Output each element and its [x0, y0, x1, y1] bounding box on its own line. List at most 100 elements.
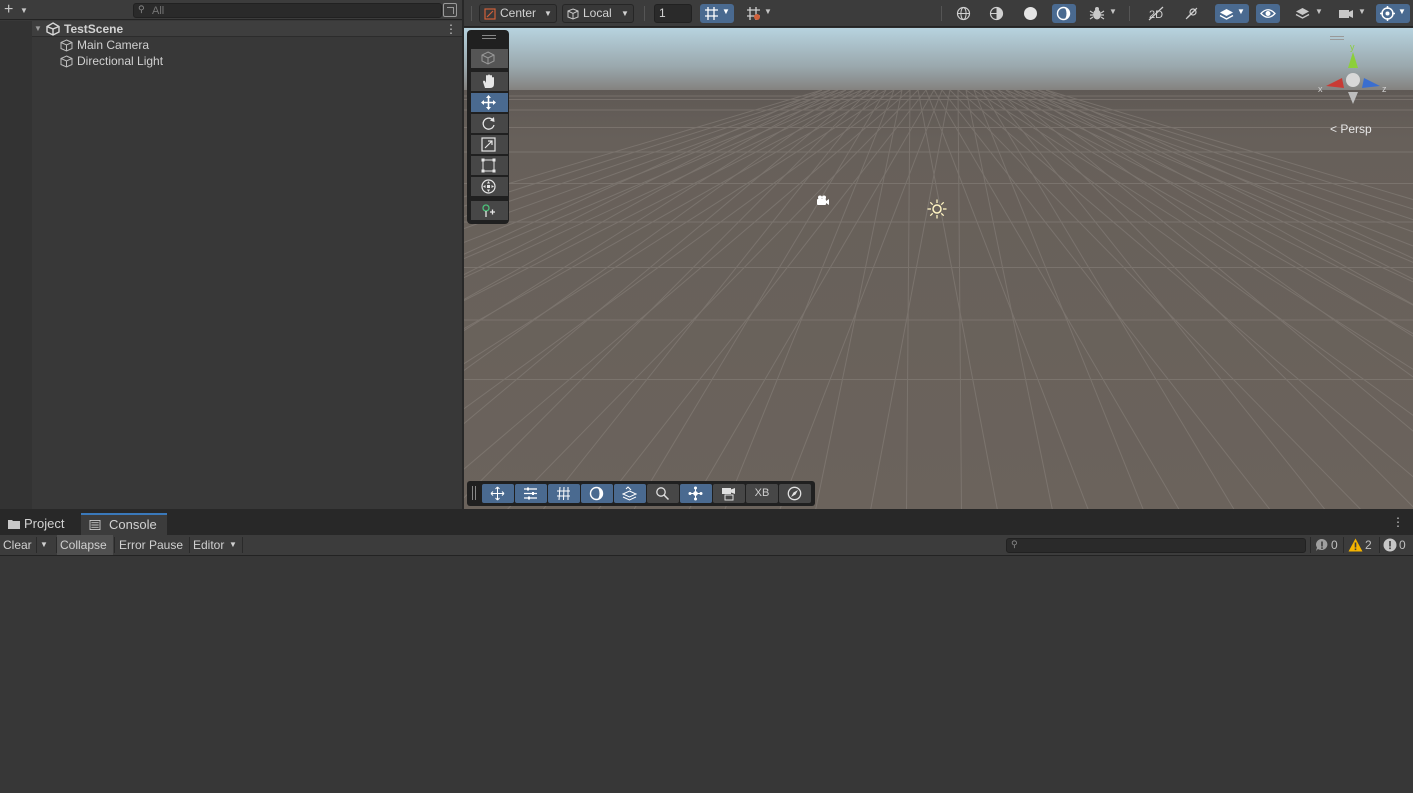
sliders-icon	[524, 487, 537, 500]
overlay-shading-button[interactable]	[581, 484, 613, 503]
overlay-xb-button[interactable]: XB	[746, 484, 778, 503]
gizmos-button[interactable]: ▼	[1376, 4, 1410, 23]
projection-toggle[interactable]: < Persp	[1330, 122, 1372, 136]
snap-increment-field[interactable]: 1	[654, 4, 692, 23]
unity-scene-icon	[46, 22, 60, 36]
console-icon	[89, 520, 101, 530]
hierarchy-item-directional-light[interactable]: Directional Light	[32, 53, 462, 69]
overlay-navigation-button[interactable]	[779, 484, 811, 503]
overlay-grip-icon[interactable]	[472, 486, 476, 500]
tab-project-label: Project	[24, 516, 65, 531]
console-search-input[interactable]	[1025, 539, 1295, 552]
scene-menu-icon[interactable]: ⋮	[445, 22, 457, 36]
hidden-layers-button[interactable]: ▼	[1291, 4, 1327, 23]
console-toolbar: Clear ▼ Collapse Error Pause Editor ▼ ⚲ …	[0, 535, 1413, 556]
chevron-down-icon: ▼	[40, 540, 48, 549]
scene-viewport[interactable]: y x z < Persp XB	[464, 28, 1413, 509]
overlay-move-button[interactable]	[482, 484, 514, 503]
overlay-layers-button[interactable]	[614, 484, 646, 503]
unlit-shading-button[interactable]	[1019, 4, 1043, 23]
increment-snap-button[interactable]: ▼	[742, 4, 776, 23]
pivot-nodes-icon	[688, 486, 703, 501]
info-icon	[1316, 539, 1328, 551]
scale-tool-button[interactable]	[471, 135, 508, 154]
pivot-mode-label: Center	[500, 6, 537, 20]
chevron-down-icon: ▼	[764, 7, 772, 16]
transform-tool-button[interactable]	[471, 177, 508, 196]
toolbar-separator	[1310, 537, 1311, 553]
bug-icon	[1089, 7, 1105, 20]
warning-count: 2	[1365, 538, 1372, 552]
rotate-tool-button[interactable]	[471, 114, 508, 133]
overlay-grid-button[interactable]	[548, 484, 580, 503]
chevron-left-icon: <	[1330, 122, 1338, 136]
shaded-wireframe-button[interactable]	[985, 4, 1009, 23]
error-count-toggle[interactable]: 0	[1380, 535, 1410, 555]
overlay-search-button[interactable]	[647, 484, 679, 503]
hierarchy-item-main-camera[interactable]: Main Camera	[32, 37, 462, 53]
chevron-down-icon: ▼	[1315, 7, 1323, 16]
info-count-toggle[interactable]: 0	[1312, 535, 1342, 555]
pivot-rotation-dropdown[interactable]: Local ▼	[562, 4, 634, 23]
scene-name: TestScene	[64, 22, 124, 36]
toolbar-separator	[114, 537, 115, 553]
hierarchy-scene-row[interactable]: ▼ TestScene ⋮	[32, 21, 462, 37]
chevron-down-icon: ▼	[722, 7, 730, 16]
wireframe-shading-button[interactable]	[952, 4, 976, 23]
chevron-down-icon: ▼	[1237, 7, 1245, 16]
lighting-toggle-button[interactable]	[1180, 4, 1204, 23]
plus-icon: +	[4, 1, 14, 18]
scene-camera-button[interactable]: ▼	[1334, 4, 1370, 23]
scene-visibility-button[interactable]	[1256, 4, 1280, 23]
palette-grip-icon[interactable]	[482, 35, 496, 39]
warning-count-toggle[interactable]: 2	[1345, 535, 1377, 555]
layers-grid-icon	[622, 486, 637, 501]
custom-tool-button[interactable]	[471, 201, 508, 220]
gizmo-toggle-icon	[1380, 6, 1395, 21]
error-pause-toggle[interactable]: Error Pause	[119, 535, 183, 555]
overlay-settings-button[interactable]	[515, 484, 547, 503]
editor-label: Editor	[193, 538, 225, 552]
toolbar-grip	[471, 6, 472, 21]
hand-tool-button[interactable]	[471, 72, 508, 91]
grid-snap-button[interactable]: ▼	[700, 4, 734, 23]
effects-toggle-button[interactable]: ▼	[1215, 4, 1249, 23]
shaded-mode-button[interactable]	[1052, 4, 1076, 23]
tab-console[interactable]: Console	[81, 513, 167, 535]
hierarchy-search-input[interactable]	[152, 4, 432, 17]
toolbar-separator	[644, 6, 645, 21]
debug-draw-mode-button[interactable]: ▼	[1085, 4, 1121, 23]
toolbar-separator	[36, 537, 37, 553]
add-object-button[interactable]: + ▼	[4, 2, 32, 18]
search-icon: ⚲	[138, 4, 145, 14]
overlay-pivot-button[interactable]	[680, 484, 712, 503]
overlay-camera-preview-button[interactable]	[713, 484, 745, 503]
toolbar-separator	[1343, 537, 1344, 553]
compass-icon	[787, 486, 802, 501]
directional-light-gizmo-icon[interactable]	[927, 199, 947, 219]
tab-project[interactable]: Project	[0, 513, 80, 535]
move-tool-button[interactable]	[471, 93, 508, 112]
gameobject-cube-icon	[60, 39, 73, 52]
gizmo-menu-icon[interactable]	[1330, 36, 1344, 40]
view-cube-tool[interactable]	[471, 49, 508, 68]
panel-menu-icon[interactable]: ⋮	[1392, 515, 1404, 529]
open-scene-icon[interactable]	[443, 3, 457, 17]
hierarchy-panel: +▼ ⚲ ▼ TestScene ⋮ Main Camera	[0, 0, 462, 509]
grid-snap-icon	[705, 7, 718, 20]
2d-toggle-icon: 2D	[1148, 6, 1164, 21]
foldout-arrow-icon[interactable]: ▼	[34, 24, 42, 33]
clear-options-dropdown[interactable]: ▼	[40, 535, 54, 555]
2d-toggle-button[interactable]: 2D	[1144, 4, 1168, 23]
collapse-toggle[interactable]: Collapse	[57, 535, 113, 555]
orientation-gizmo[interactable]: y x z	[1318, 42, 1388, 112]
editor-dropdown[interactable]: Editor ▼	[193, 535, 241, 555]
pivot-mode-dropdown[interactable]: Center ▼	[479, 4, 557, 23]
console-search-field[interactable]: ⚲	[1006, 538, 1306, 553]
warning-icon	[1348, 538, 1363, 552]
hierarchy-search-field[interactable]: ⚲	[133, 3, 442, 18]
console-log-area[interactable]	[0, 556, 1413, 793]
clear-button[interactable]: Clear	[3, 535, 32, 555]
main-camera-gizmo-icon[interactable]	[816, 194, 830, 208]
rect-tool-button[interactable]	[471, 156, 508, 175]
